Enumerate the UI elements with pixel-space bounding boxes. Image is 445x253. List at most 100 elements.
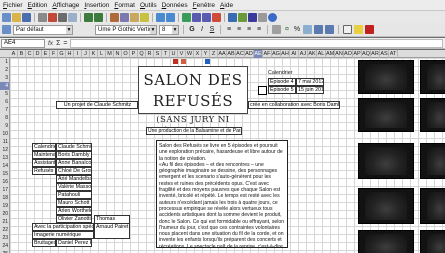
column-header[interactable]: AE: [254, 50, 263, 58]
justify-icon[interactable]: ≡: [255, 26, 263, 33]
sort-ascending-icon[interactable]: [192, 12, 201, 22]
row-header[interactable]: 4: [0, 82, 9, 90]
column-header[interactable]: T: [162, 50, 170, 58]
column-header[interactable]: X: [194, 50, 202, 58]
chevron-down-icon[interactable]: ▼: [172, 25, 178, 34]
sort-descending-icon[interactable]: [202, 12, 211, 22]
column-header[interactable]: AB: [227, 50, 236, 58]
decimal-icon[interactable]: [303, 25, 312, 34]
column-header[interactable]: AG: [272, 50, 281, 58]
font-color-icon[interactable]: [365, 25, 374, 34]
underline-icon[interactable]: S: [208, 26, 216, 33]
menu-file[interactable]: Fichier: [3, 2, 23, 9]
column-header[interactable]: A: [10, 50, 18, 58]
save-icon[interactable]: [22, 12, 31, 22]
row-header[interactable]: 5: [0, 90, 9, 98]
italic-icon[interactable]: I: [198, 26, 206, 33]
row-header[interactable]: 14: [0, 162, 9, 170]
row-header[interactable]: 10: [0, 130, 9, 138]
print-icon[interactable]: [58, 12, 67, 22]
indent-icon[interactable]: [314, 25, 323, 34]
equals-icon[interactable]: =: [63, 40, 67, 47]
column-header[interactable]: F: [50, 50, 58, 58]
column-header[interactable]: O: [122, 50, 130, 58]
column-header[interactable]: AL: [317, 50, 326, 58]
font-name-select[interactable]: Ume P Gothic Vertical R ▼: [95, 24, 157, 35]
column-header[interactable]: I: [74, 50, 82, 58]
column-header[interactable]: R: [146, 50, 154, 58]
row-header[interactable]: 19: [0, 202, 9, 210]
column-header[interactable]: V: [178, 50, 186, 58]
redo-icon[interactable]: [166, 12, 175, 22]
menu-insert[interactable]: Insertion: [84, 2, 109, 9]
row-header[interactable]: 2: [0, 66, 9, 74]
undo-icon[interactable]: [156, 12, 165, 22]
navigator-icon[interactable]: [228, 12, 237, 22]
selected-cell-cursor[interactable]: [258, 86, 267, 95]
column-header[interactable]: AD: [245, 50, 254, 58]
column-header[interactable]: AH: [281, 50, 290, 58]
column-header[interactable]: U: [170, 50, 178, 58]
column-header[interactable]: AI: [290, 50, 299, 58]
row-header[interactable]: 9: [0, 122, 9, 130]
column-header[interactable]: AC: [236, 50, 245, 58]
column-header[interactable]: AS: [380, 50, 389, 58]
column-header[interactable]: W: [186, 50, 194, 58]
style-select[interactable]: Par défaut ▼: [13, 24, 73, 35]
menu-format[interactable]: Format: [114, 2, 135, 9]
currency-icon[interactable]: ¤: [283, 26, 291, 33]
menu-data[interactable]: Données: [162, 2, 188, 9]
column-header[interactable]: P: [130, 50, 138, 58]
sheet-grid[interactable]: SALON DES REFUSÉS Un projet de Claude Sc…: [10, 58, 445, 253]
formula-input[interactable]: [70, 38, 443, 48]
column-header[interactable]: Z: [210, 50, 218, 58]
column-header[interactable]: AA: [218, 50, 227, 58]
column-header[interactable]: Y: [202, 50, 210, 58]
column-header[interactable]: M: [106, 50, 114, 58]
insert-chart-icon[interactable]: [212, 12, 221, 22]
cut-icon[interactable]: [110, 12, 119, 22]
row-header[interactable]: 22: [0, 226, 9, 234]
row-header[interactable]: 21: [0, 218, 9, 226]
bold-icon[interactable]: G: [188, 26, 196, 33]
column-header[interactable]: L: [98, 50, 106, 58]
align-left-icon[interactable]: ≡: [225, 26, 233, 33]
column-header[interactable]: H: [66, 50, 74, 58]
menu-edit[interactable]: Edition: [28, 2, 48, 9]
menu-window[interactable]: Fenêtre: [193, 2, 215, 9]
column-header[interactable]: AT: [389, 50, 398, 58]
row-header[interactable]: 12: [0, 146, 9, 154]
help-icon[interactable]: [268, 12, 277, 22]
row-header[interactable]: 1: [0, 58, 9, 66]
copy-icon[interactable]: [120, 12, 129, 22]
paste-icon[interactable]: [130, 12, 139, 22]
align-center-icon[interactable]: ≡: [235, 26, 243, 33]
row-header[interactable]: 17: [0, 186, 9, 194]
zoom-icon[interactable]: [258, 12, 267, 22]
open-folder-icon[interactable]: [12, 12, 21, 22]
row-header[interactable]: 6: [0, 98, 9, 106]
column-header[interactable]: AR: [371, 50, 380, 58]
column-header[interactable]: S: [154, 50, 162, 58]
sum-icon[interactable]: Σ: [56, 40, 60, 47]
borders-icon[interactable]: [343, 25, 352, 34]
autospell-icon[interactable]: [94, 12, 103, 22]
row-header[interactable]: 3: [0, 74, 9, 82]
row-header[interactable]: 24: [0, 242, 9, 250]
styles-icon[interactable]: [2, 25, 11, 34]
gallery-icon[interactable]: [238, 12, 247, 22]
format-paintbrush-icon[interactable]: [140, 12, 149, 22]
column-header[interactable]: G: [58, 50, 66, 58]
font-size-select[interactable]: 8 ▼: [159, 24, 179, 35]
chevron-down-icon[interactable]: ▼: [66, 25, 72, 34]
row-header[interactable]: 11: [0, 138, 9, 146]
row-header[interactable]: 7: [0, 106, 9, 114]
function-wizard-icon[interactable]: fx: [48, 40, 53, 47]
row-header[interactable]: 18: [0, 194, 9, 202]
column-header[interactable]: AJ: [299, 50, 308, 58]
background-color-icon[interactable]: [354, 25, 363, 34]
column-header[interactable]: AO: [344, 50, 353, 58]
column-header[interactable]: K: [90, 50, 98, 58]
edit-file-icon[interactable]: [38, 12, 47, 22]
column-header[interactable]: E: [42, 50, 50, 58]
